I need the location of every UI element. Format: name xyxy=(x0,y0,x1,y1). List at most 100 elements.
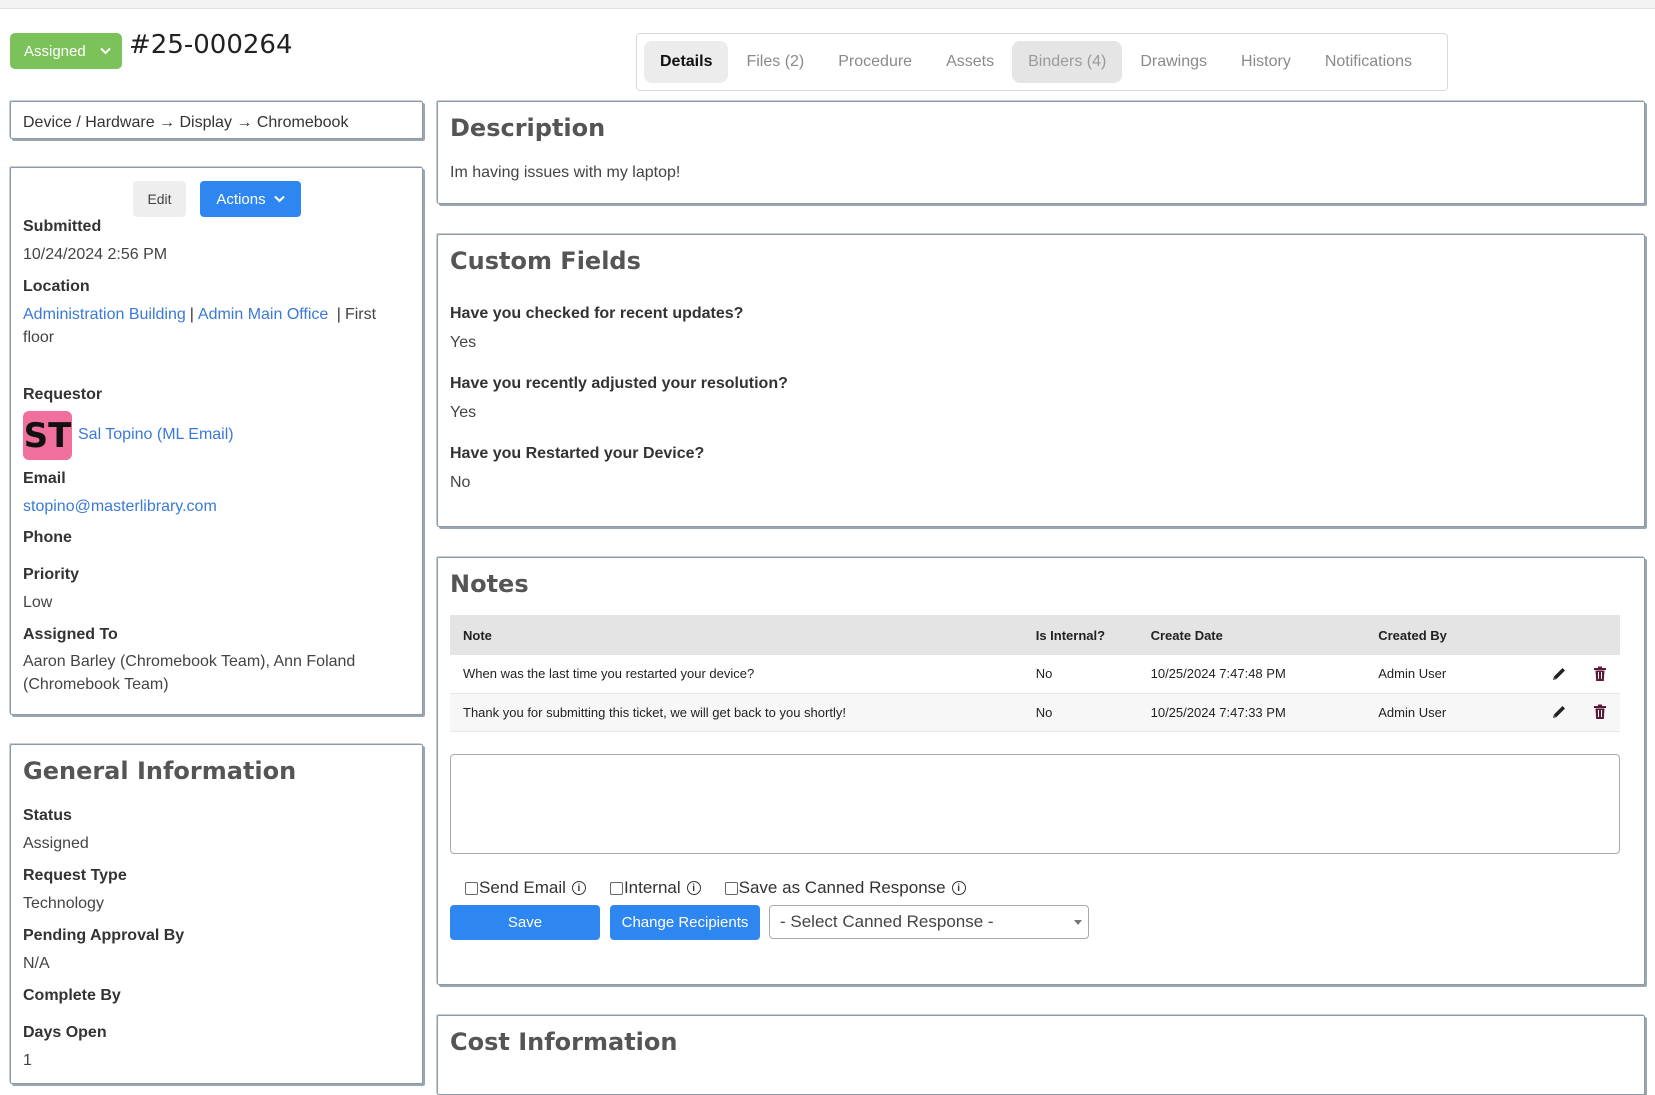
location-room-link[interactable]: Admin Main Office xyxy=(198,306,328,323)
internal-label: Internal xyxy=(623,878,681,897)
custom-fields-title: Custom Fields xyxy=(450,247,641,275)
custom-field-answer: No xyxy=(450,474,471,491)
delete-note-button[interactable] xyxy=(1579,693,1620,732)
submitted-value: 10/24/2024 2:56 PM xyxy=(23,246,168,263)
change-recipients-button[interactable]: Change Recipients xyxy=(610,905,760,940)
dropdown-arrow-icon xyxy=(1074,920,1082,925)
avatar: ST xyxy=(23,411,72,460)
request-type-label: Request Type xyxy=(23,867,127,884)
cost-information-panel: Cost Information xyxy=(437,1015,1645,1095)
complete-by-label: Complete By xyxy=(23,987,121,1004)
internal-option: Internal i xyxy=(609,878,701,898)
tab-procedure[interactable]: Procedure xyxy=(822,41,928,83)
tab-history[interactable]: History xyxy=(1225,41,1307,83)
location-label: Location xyxy=(23,278,90,295)
assigned-to-label: Assigned To xyxy=(23,626,118,643)
tab-details[interactable]: Details xyxy=(644,41,729,83)
note-created-by: Admin User xyxy=(1365,693,1538,732)
trash-icon xyxy=(1593,704,1606,720)
description-text: Im having issues with my laptop! xyxy=(450,164,681,181)
notes-panel: Notes Note Is Internal? Create Date Crea… xyxy=(437,557,1645,985)
column-header: Created By xyxy=(1365,615,1538,655)
note-text: Thank you for submitting this ticket, we… xyxy=(450,693,1023,732)
send-email-checkbox[interactable] xyxy=(465,881,478,895)
table-header-row: Note Is Internal? Create Date Created By xyxy=(450,615,1620,655)
status-value: Assigned xyxy=(23,835,89,852)
note-textarea[interactable] xyxy=(450,754,1620,854)
tab-files[interactable]: Files (2) xyxy=(730,41,820,83)
custom-field-question: Have you recently adjusted your resoluti… xyxy=(450,375,788,392)
canned-response-select[interactable]: - Select Canned Response - xyxy=(769,905,1089,939)
edit-note-button[interactable] xyxy=(1537,655,1580,694)
note-created-by: Admin User xyxy=(1365,655,1538,694)
email-label: Email xyxy=(23,470,66,487)
info-icon[interactable]: i xyxy=(571,881,586,895)
status-label: Assigned xyxy=(24,42,86,60)
custom-field-answer: Yes xyxy=(450,334,477,351)
notes-table: Note Is Internal? Create Date Created By… xyxy=(450,615,1620,732)
status-dropdown[interactable]: Assigned xyxy=(10,33,122,69)
edit-button[interactable]: Edit xyxy=(133,181,186,217)
location-building-link[interactable]: Administration Building xyxy=(23,306,186,323)
info-icon[interactable]: i xyxy=(951,881,966,895)
note-text: When was the last time you restarted you… xyxy=(450,655,1023,694)
note-internal: No xyxy=(1022,693,1138,732)
canned-response-label: Save as Canned Response xyxy=(738,878,946,897)
canned-response-select-value: - Select Canned Response - xyxy=(780,912,994,931)
category-breadcrumb: Device / Hardware → Display → Chromebook xyxy=(10,101,423,139)
pencil-icon xyxy=(1552,668,1565,681)
tab-assets[interactable]: Assets xyxy=(930,41,1010,83)
email-link[interactable]: stopino@masterlibrary.com xyxy=(23,495,217,518)
assigned-to-value: Aaron Barley (Chromebook Team), Ann Fola… xyxy=(23,653,356,693)
general-information-panel: General Information Status Assigned Requ… xyxy=(10,744,423,1084)
requestor-label: Requestor xyxy=(23,386,103,403)
tab-notifications[interactable]: Notifications xyxy=(1309,41,1428,83)
send-email-option: Send Email i xyxy=(465,878,586,898)
table-row: Thank you for submitting this ticket, we… xyxy=(450,693,1620,732)
canned-response-checkbox[interactable] xyxy=(724,881,738,895)
delete-note-button[interactable] xyxy=(1579,655,1620,694)
pending-approval-label: Pending Approval By xyxy=(23,927,185,944)
phone-label: Phone xyxy=(23,529,72,546)
tab-binders[interactable]: Binders (4) xyxy=(1012,41,1123,83)
pencil-icon xyxy=(1552,706,1565,719)
chevron-down-icon xyxy=(273,195,285,203)
custom-field-question: Have you Restarted your Device? xyxy=(450,445,705,462)
priority-value: Low xyxy=(23,594,53,611)
description-title: Description xyxy=(450,114,606,142)
custom-fields-panel: Custom Fields Have you checked for recen… xyxy=(437,234,1645,527)
breadcrumb-text: Device / Hardware → Display → Chromebook xyxy=(23,114,349,131)
submitted-label: Submitted xyxy=(23,218,102,235)
column-header: Note xyxy=(450,615,1023,655)
column-header-actions xyxy=(1579,615,1620,655)
days-open-label: Days Open xyxy=(23,1024,107,1041)
actions-label: Actions xyxy=(216,190,266,208)
days-open-value: 1 xyxy=(23,1052,32,1069)
requestor-link[interactable]: Sal Topino (ML Email) xyxy=(78,423,234,446)
internal-checkbox[interactable] xyxy=(609,881,623,895)
custom-field-answer: Yes xyxy=(450,404,477,421)
pending-approval-value: N/A xyxy=(23,955,50,972)
notes-title: Notes xyxy=(450,570,529,598)
top-bar xyxy=(0,0,1655,9)
trash-icon xyxy=(1593,666,1606,682)
send-email-label: Send Email xyxy=(479,878,566,897)
custom-field-question: Have you checked for recent updates? xyxy=(450,305,744,322)
request-type-value: Technology xyxy=(23,895,104,912)
location-value: Administration Building | Admin Main Offic… xyxy=(23,306,377,346)
edit-note-button[interactable] xyxy=(1537,693,1580,732)
tab-bar: Details Files (2) Procedure Assets Binde… xyxy=(636,33,1448,91)
note-internal: No xyxy=(1022,655,1138,694)
column-header-actions xyxy=(1537,615,1580,655)
note-date: 10/25/2024 7:47:48 PM xyxy=(1137,655,1366,694)
tab-drawings[interactable]: Drawings xyxy=(1124,41,1223,83)
description-panel: Description Im having issues with my lap… xyxy=(437,101,1645,204)
cost-information-title: Cost Information xyxy=(450,1028,678,1056)
actions-button[interactable]: Actions xyxy=(200,181,301,217)
info-icon[interactable]: i xyxy=(686,881,701,895)
save-button[interactable]: Save xyxy=(450,905,600,940)
canned-response-option: Save as Canned Response i xyxy=(724,878,966,898)
note-date: 10/25/2024 7:47:33 PM xyxy=(1137,693,1366,732)
note-options: Send Email i Internal i Save as Canned R… xyxy=(465,878,966,898)
general-information-title: General Information xyxy=(23,757,297,785)
